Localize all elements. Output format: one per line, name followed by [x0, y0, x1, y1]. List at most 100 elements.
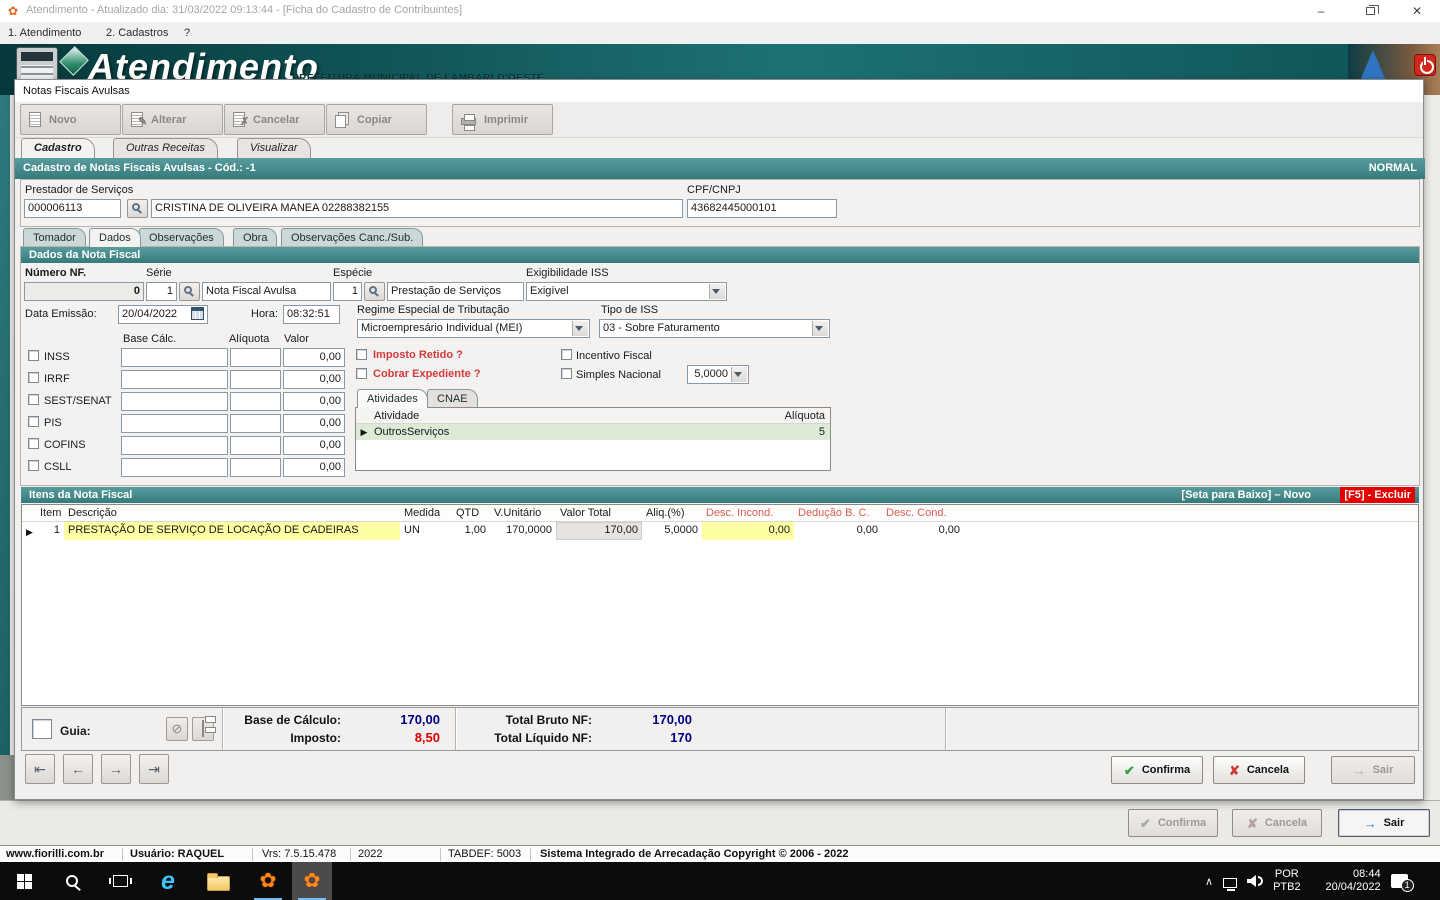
- cross-icon: ✘: [1229, 764, 1240, 777]
- bg-sair-button[interactable]: → Sair: [1338, 809, 1430, 837]
- file-explorer-button[interactable]: [198, 862, 238, 900]
- sest-senat-base-input[interactable]: [121, 392, 228, 411]
- nav-prev-button[interactable]: ←: [63, 754, 93, 784]
- taskbar-search-button[interactable]: [52, 862, 92, 900]
- atividade-row[interactable]: ▶ OutrosServiços 5: [356, 424, 830, 440]
- tipo-iss-select[interactable]: 03 - Sobre Faturamento: [599, 319, 830, 338]
- restore-icon: [1366, 7, 1375, 15]
- irrf-base-input[interactable]: [121, 370, 228, 389]
- pis-checkbox[interactable]: [28, 416, 39, 427]
- guia-checkbox[interactable]: [32, 719, 52, 739]
- cpf-input[interactable]: 43682445000101: [687, 199, 837, 218]
- tab-dados[interactable]: Dados: [89, 228, 141, 247]
- irrf-aliquota-input[interactable]: [230, 370, 281, 389]
- menu-cadastros[interactable]: 2. Cadastros: [106, 27, 168, 39]
- irrf-checkbox[interactable]: [28, 372, 39, 383]
- csll-valor-input[interactable]: 0,00: [283, 458, 345, 477]
- alterar-button[interactable]: ✎ Alterar: [122, 104, 223, 135]
- divider: [222, 708, 223, 750]
- serie-search-button[interactable]: [179, 282, 200, 301]
- prestador-search-button[interactable]: [127, 199, 148, 218]
- alterar-label: Alterar: [151, 114, 186, 126]
- start-button[interactable]: [4, 862, 44, 900]
- sest-senat-aliquota-input[interactable]: [230, 392, 281, 411]
- flower-icon: ✿: [260, 871, 277, 891]
- sest-senat-checkbox[interactable]: [28, 394, 39, 405]
- cofins-valor-input[interactable]: 0,00: [283, 436, 345, 455]
- sest-senat-label: SEST/SENAT: [44, 395, 112, 407]
- minimize-button[interactable]: –: [1298, 0, 1344, 22]
- pis-base-input[interactable]: [121, 414, 228, 433]
- inss-base-input[interactable]: [121, 348, 228, 367]
- simples-nacional-checkbox[interactable]: [561, 368, 572, 379]
- power-icon[interactable]: [1414, 54, 1436, 76]
- imposto-retido-checkbox[interactable]: [356, 349, 367, 360]
- item-row[interactable]: ▶ 1 PRESTAÇÃO DE SERVIÇO DE LOCAÇÃO DE C…: [22, 522, 1418, 540]
- tab-outras-receitas[interactable]: Outras Receitas: [113, 138, 218, 158]
- status-tabdef: TABDEF: 5003: [448, 848, 521, 860]
- background-footer-strip: ✔ Confirma ✘ Cancela → Sair: [0, 800, 1440, 845]
- tab-visualizar[interactable]: Visualizar: [237, 138, 311, 158]
- summary-panel: Guia: ⊘ Base de Cálculo: 170,00 Imposto:…: [21, 707, 1419, 751]
- clock[interactable]: 08:44 20/04/2022: [1311, 868, 1381, 894]
- copiar-button[interactable]: Copiar: [326, 104, 427, 135]
- tab-obs-canc-sub[interactable]: Observações Canc./Sub.: [281, 228, 423, 247]
- inss-aliquota-input[interactable]: [230, 348, 281, 367]
- tab-cadastro[interactable]: Cadastro: [21, 138, 95, 158]
- nav-last-button[interactable]: ⇥: [139, 754, 169, 784]
- inss-valor-input[interactable]: 0,00: [283, 348, 345, 367]
- especie-search-button[interactable]: [364, 282, 385, 301]
- menu-help[interactable]: ?: [184, 27, 190, 39]
- pis-valor-input[interactable]: 0,00: [283, 414, 345, 433]
- menu-atendimento[interactable]: 1. Atendimento: [8, 27, 81, 39]
- tab-tomador[interactable]: Tomador: [23, 228, 86, 247]
- guia-print-button[interactable]: [192, 717, 214, 741]
- inss-checkbox[interactable]: [28, 350, 39, 361]
- csll-aliquota-input[interactable]: [230, 458, 281, 477]
- cancelar-button[interactable]: ✗ Cancelar: [224, 104, 325, 135]
- imprimir-button[interactable]: Imprimir: [452, 104, 553, 135]
- notification-icon[interactable]: 1: [1391, 874, 1408, 888]
- cobrar-expediente-checkbox[interactable]: [356, 368, 367, 379]
- numero-nf-input[interactable]: 0: [24, 282, 144, 301]
- cofins-checkbox[interactable]: [28, 438, 39, 449]
- especie-input[interactable]: 1: [333, 282, 362, 301]
- csll-checkbox[interactable]: [28, 460, 39, 471]
- tab-cnae[interactable]: CNAE: [427, 389, 478, 408]
- hora-input[interactable]: 08:32:51: [283, 305, 340, 324]
- network-icon[interactable]: [1223, 878, 1237, 888]
- col-atividade: Atividade: [356, 408, 760, 423]
- nav-first-button[interactable]: ⇤: [25, 754, 55, 784]
- app-fiorilli-1-button[interactable]: ✿: [248, 862, 288, 900]
- serie-input[interactable]: 1: [146, 282, 177, 301]
- guia-block-button[interactable]: ⊘: [166, 717, 188, 741]
- confirma-button[interactable]: ✔ Confirma: [1111, 756, 1203, 784]
- col-item: Item: [36, 505, 64, 521]
- tab-obra[interactable]: Obra: [233, 228, 277, 247]
- close-button[interactable]: ✕: [1394, 0, 1440, 22]
- calendar-icon[interactable]: [191, 307, 204, 320]
- prestador-code-input[interactable]: 000006113: [24, 199, 121, 218]
- internet-explorer-button[interactable]: e: [148, 862, 188, 900]
- cofins-aliquota-input[interactable]: [230, 436, 281, 455]
- restore-button[interactable]: [1348, 0, 1394, 22]
- tab-atividades[interactable]: Atividades: [357, 389, 428, 408]
- prestador-name-input[interactable]: CRISTINA DE OLIVEIRA MANEA 02288382155: [151, 199, 683, 218]
- app-fiorilli-2-button[interactable]: ✿: [292, 862, 332, 900]
- novo-button[interactable]: Novo: [20, 104, 121, 135]
- tray-chevron-icon[interactable]: ∧: [1205, 875, 1213, 888]
- sest-senat-valor-input[interactable]: 0,00: [283, 392, 345, 411]
- task-view-button[interactable]: [100, 862, 140, 900]
- exigibilidade-select[interactable]: Exigível: [526, 282, 727, 301]
- cofins-base-input[interactable]: [121, 436, 228, 455]
- incentivo-fiscal-checkbox[interactable]: [561, 349, 572, 360]
- regime-select[interactable]: Microempresário Individual (MEI): [357, 319, 590, 338]
- irrf-valor-input[interactable]: 0,00: [283, 370, 345, 389]
- cancela-button[interactable]: ✘ Cancela: [1213, 756, 1305, 784]
- volume-button[interactable]: [1247, 875, 1263, 887]
- nav-next-button[interactable]: →: [101, 754, 131, 784]
- csll-base-input[interactable]: [121, 458, 228, 477]
- language-indicator[interactable]: POR PTB2: [1273, 868, 1301, 894]
- tab-observacoes[interactable]: Observações: [139, 228, 224, 247]
- pis-aliquota-input[interactable]: [230, 414, 281, 433]
